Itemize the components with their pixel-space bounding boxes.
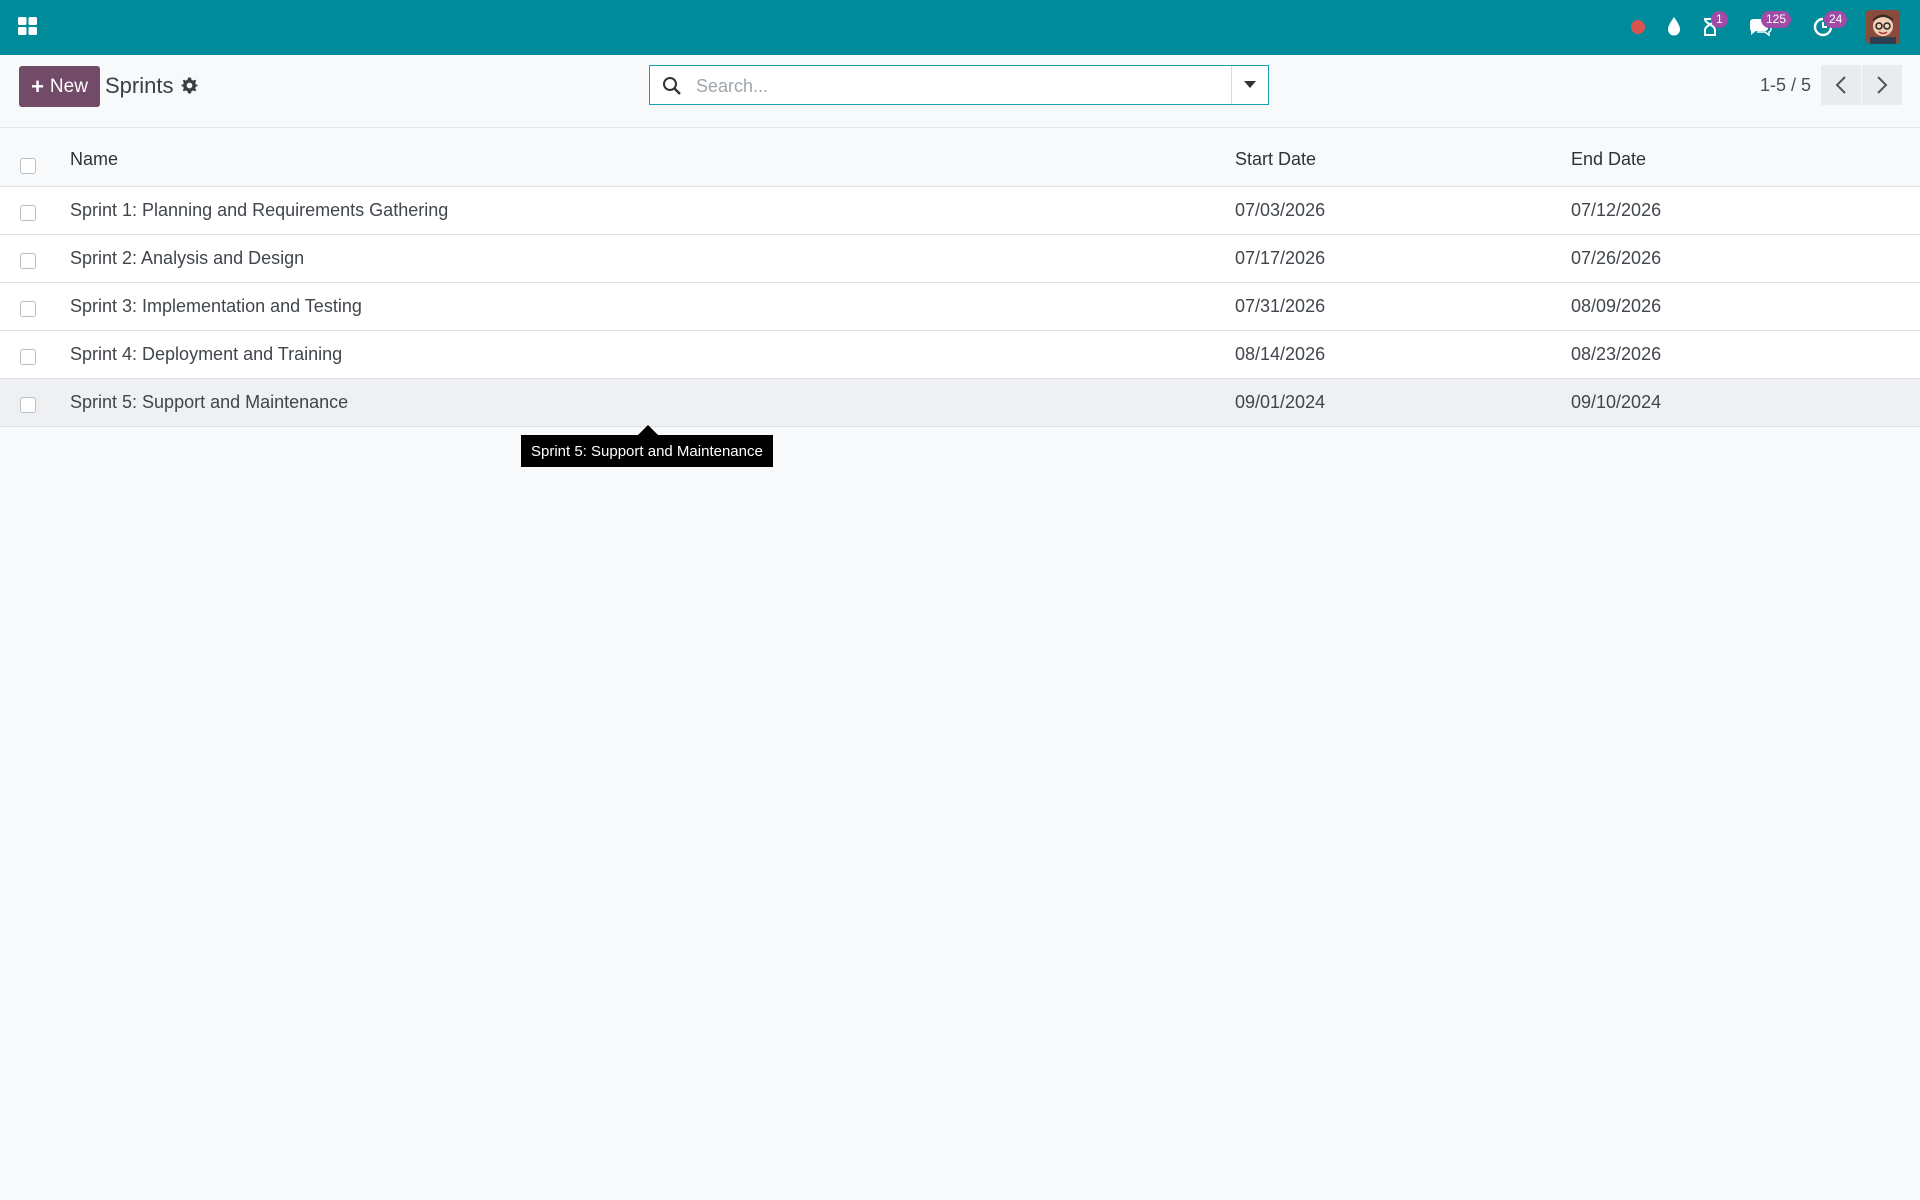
search-input[interactable] (694, 70, 1218, 102)
cell-end-date: 08/23/2026 (1571, 344, 1662, 364)
search-bar (649, 65, 1269, 105)
status-indicator-button[interactable] (1623, 12, 1653, 42)
messages-button[interactable]: 125 (1745, 11, 1792, 42)
cell-name: Sprint 3: Implementation and Testing (70, 296, 362, 316)
new-button-label: New (49, 75, 88, 97)
status-dot-icon (1631, 20, 1645, 34)
column-header-end-date[interactable]: End Date (1571, 149, 1646, 170)
pager-next-button[interactable] (1862, 65, 1902, 105)
cell-name: Sprint 5: Support and Maintenance (70, 392, 349, 412)
cell-end-date: 07/12/2026 (1571, 200, 1662, 220)
column-header-start-date[interactable]: Start Date (1235, 149, 1316, 170)
chevron-left-icon (1835, 76, 1846, 94)
cell-start-date: 07/03/2026 (1235, 200, 1326, 220)
user-avatar[interactable] (1866, 10, 1900, 44)
pager-previous-button[interactable] (1821, 65, 1861, 105)
gear-icon (181, 77, 198, 94)
apps-menu-button[interactable] (16, 14, 40, 38)
table-row[interactable]: Sprint 3: Implementation and Testing 07/… (0, 283, 1920, 331)
cell-end-date: 07/26/2026 (1571, 248, 1662, 268)
row-checkbox[interactable] (20, 349, 36, 365)
cell-end-date: 09/10/2024 (1571, 392, 1662, 412)
search-options-toggle[interactable] (1231, 66, 1268, 104)
cell-end-date: 08/09/2026 (1571, 296, 1662, 316)
plus-icon: + (31, 73, 44, 99)
caret-down-icon (1244, 81, 1256, 88)
grid-icon (18, 17, 37, 35)
cell-name: Sprint 2: Analysis and Design (70, 248, 305, 268)
sprints-table: Name Start Date End Date Sprint 1: Plann… (0, 128, 1920, 427)
table-row[interactable]: Sprint 5: Support and Maintenance 09/01/… (0, 379, 1920, 427)
chevron-right-icon (1877, 76, 1888, 94)
row-checkbox[interactable] (20, 253, 36, 269)
cell-name: Sprint 4: Deployment and Training (70, 344, 343, 364)
search-icon (663, 77, 681, 95)
table-row[interactable]: Sprint 2: Analysis and Design 07/17/2026… (0, 235, 1920, 283)
activity-badge: 1 (1711, 11, 1728, 28)
row-checkbox[interactable] (20, 205, 36, 221)
pager-value[interactable]: 1-5 / 5 (1760, 75, 1811, 96)
messages-badge: 125 (1761, 11, 1792, 28)
row-tooltip: Sprint 5: Support and Maintenance (521, 435, 773, 467)
top-navbar: 1 125 24 (0, 0, 1920, 55)
activities-badge: 24 (1824, 11, 1848, 28)
activities-button[interactable]: 24 (1808, 11, 1848, 42)
table-header: Name Start Date End Date (0, 128, 1920, 187)
activity-button[interactable]: 1 (1695, 11, 1728, 42)
cell-start-date: 07/17/2026 (1235, 248, 1326, 268)
tooltip-arrow (638, 425, 658, 435)
cell-start-date: 07/31/2026 (1235, 296, 1326, 316)
cell-start-date: 09/01/2024 (1235, 392, 1326, 412)
row-checkbox[interactable] (20, 301, 36, 317)
avatar-icon (1866, 10, 1900, 44)
new-button[interactable]: + New (19, 66, 100, 107)
cell-name: Sprint 1: Planning and Requirements Gath… (70, 200, 449, 220)
page-title: Sprints (105, 73, 174, 98)
control-panel: + New Sprints 1-5 / 5 (0, 55, 1920, 128)
settings-button[interactable] (180, 76, 199, 95)
column-header-name[interactable]: Name (70, 149, 118, 170)
cell-start-date: 08/14/2026 (1235, 344, 1326, 364)
row-checkbox[interactable] (20, 397, 36, 413)
select-all-checkbox[interactable] (20, 158, 36, 174)
drop-icon (1668, 17, 1680, 36)
table-row[interactable]: Sprint 4: Deployment and Training 08/14/… (0, 331, 1920, 379)
table-row[interactable]: Sprint 1: Planning and Requirements Gath… (0, 187, 1920, 235)
drop-button[interactable] (1659, 12, 1689, 42)
